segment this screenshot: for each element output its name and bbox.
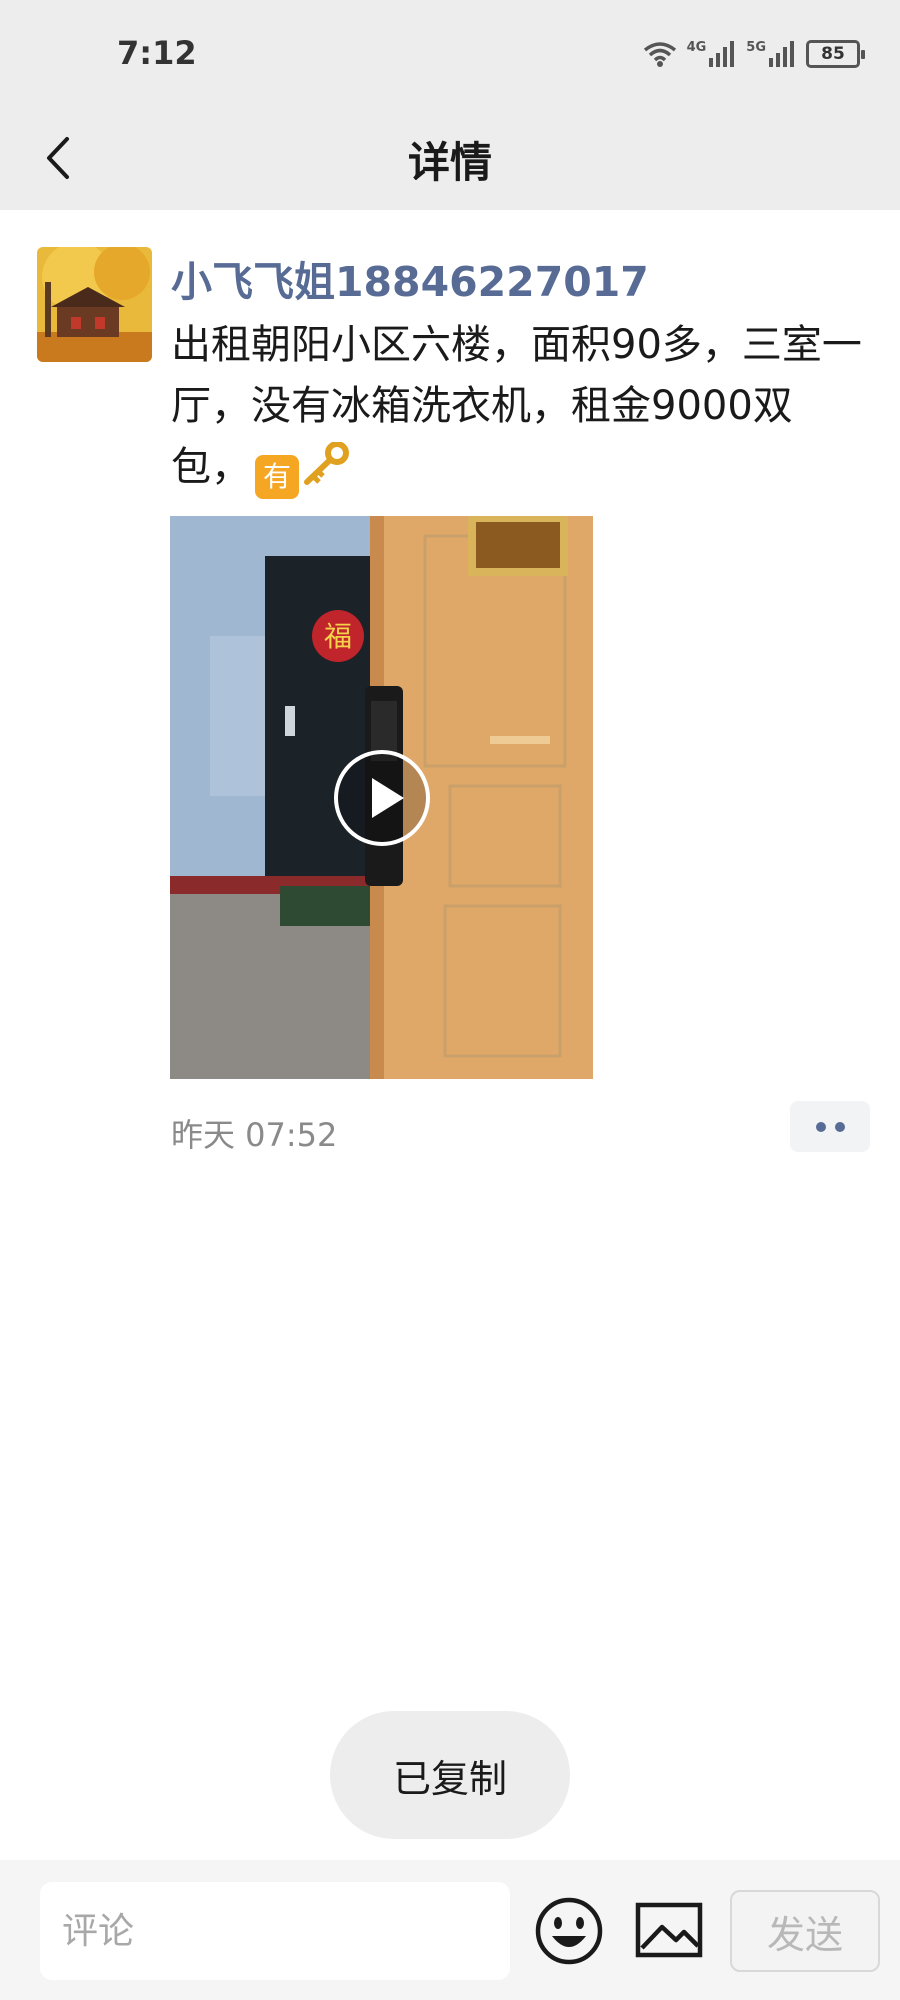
signal-icon <box>709 41 735 67</box>
copied-toast: 已复制 <box>330 1711 570 1839</box>
send-button[interactable]: 发送 <box>730 1890 880 1972</box>
more-actions-button[interactable] <box>790 1101 870 1152</box>
nav-bar: 详情 <box>0 105 900 210</box>
battery-icon: 85 <box>806 40 865 68</box>
more-dots-icon-2 <box>834 1121 845 1132</box>
post-time: 昨天 07:52 <box>171 1116 338 1154</box>
wifi-icon <box>643 42 676 67</box>
avatar[interactable] <box>37 247 152 362</box>
battery-level: 85 <box>821 44 845 64</box>
author-name[interactable]: 小飞飞姐18846227017 <box>171 248 649 308</box>
comment-input[interactable] <box>40 1882 510 1980</box>
emoji-button[interactable] <box>534 1896 604 1966</box>
play-icon <box>334 750 430 846</box>
more-dots-icon <box>815 1121 826 1132</box>
svg-text:福: 福 <box>324 620 352 653</box>
key-emoji-icon <box>301 441 349 504</box>
you-emoji-badge: 有 <box>255 455 299 499</box>
status-time: 7:12 <box>117 34 197 72</box>
signal-icon-2 <box>769 41 794 67</box>
toast-text: 已复制 <box>392 1756 507 1801</box>
network-label-4g: 4G <box>686 39 707 55</box>
status-icons: 4G 5G 85 <box>643 34 865 74</box>
image-icon <box>635 1902 703 1958</box>
comment-bar: 发送 <box>0 1860 900 2000</box>
page-title: 详情 <box>407 138 492 187</box>
network-label-5g: 5G <box>746 39 766 55</box>
image-button[interactable] <box>634 1900 704 1960</box>
smiley-icon <box>535 1897 603 1965</box>
detail-screen: 7:12 4G 5G 85 详情 小飞飞姐18846227017 出租朝阳小区六… <box>0 0 900 2000</box>
post-text: 出租朝阳小区六楼，面积90多，三室一厅，没有冰箱洗衣机，租金9000双包，有 <box>171 315 871 504</box>
avatar-image <box>37 247 152 362</box>
video-thumbnail[interactable]: 福 <box>170 516 593 1079</box>
status-bar: 7:12 4G 5G 85 <box>0 0 900 105</box>
